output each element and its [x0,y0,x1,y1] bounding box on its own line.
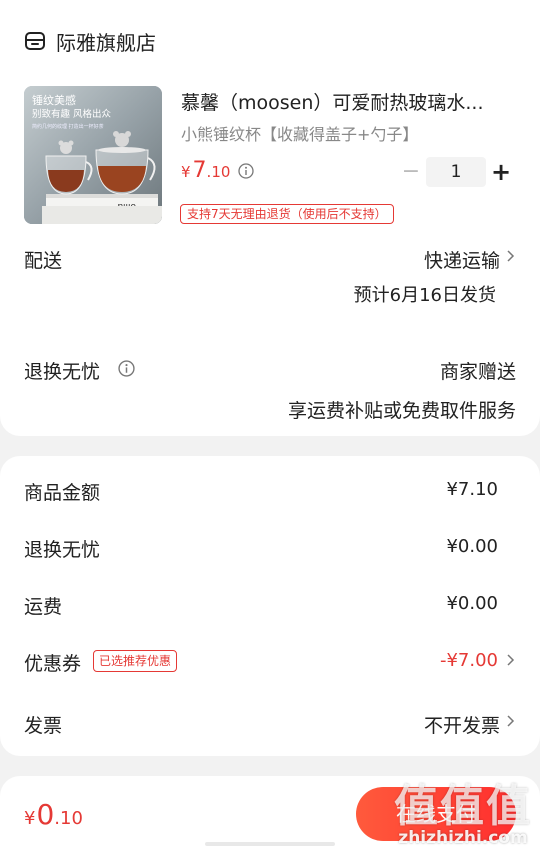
delivery-eta: 预计6月16日发货 [353,285,496,306]
guarantee-label: 退换无忧 [24,361,101,383]
watermark: 值值值 zhizhizhi.com [394,770,532,848]
total-integer: 0 [36,798,55,831]
image-caption-2: 别致有趣 风格出众 [32,108,112,120]
total-price: ¥ 0 .10 [24,798,83,831]
coupon-label[interactable]: 优惠券 [24,649,81,676]
home-indicator [205,842,335,846]
product-image[interactable]: 锤纹美感 别致有趣 风格出众 简约几何的纹理 打造出一杯好茶 ollla [24,86,162,224]
product-price: ¥ 7 .10 [181,158,230,186]
chevron-right-icon[interactable] [506,247,516,269]
coupon-value[interactable]: -¥7.00 [440,650,498,671]
quantity-decrease-button[interactable]: − [400,160,422,184]
goods-amount-value: ¥7.10 [446,479,498,500]
shipping-fee-label: 运费 [24,596,63,618]
product-spec[interactable]: 小熊锤纹杯【收藏得盖子+勺子】 [181,121,418,145]
image-caption-1: 锤纹美感 [32,93,76,107]
price-integer: 7 [192,158,207,183]
quantity-increase-button[interactable]: + [490,159,512,185]
total-decimal: .10 [54,808,83,829]
price-decimal: .10 [206,163,231,181]
shipping-fee-value: ¥0.00 [446,593,498,614]
goods-amount-label: 商品金额 [24,482,101,504]
order-card: 际雅旗舰店 锤纹美感 别致有趣 风格出众 简约几何的纹理 打造出一杯好茶 oll… [0,0,540,436]
shop-name: 际雅旗舰店 [56,30,156,55]
product-title[interactable]: 慕馨（moosen）可爱耐热玻璃水... [181,88,511,115]
guarantee-description: 享运费补贴或免费取件服务 [287,400,516,422]
image-caption-3: 简约几何的纹理 打造出一杯好茶 [32,123,104,130]
return-policy-badge: 支持7天无理由退货（使用后不支持） [180,204,394,224]
return-insurance-value: ¥0.00 [446,536,498,557]
info-icon[interactable] [118,360,135,377]
price-currency: ¥ [181,163,191,181]
invoice-value[interactable]: 不开发票 [424,711,500,738]
store-icon [24,30,46,52]
quantity-input[interactable]: 1 [426,157,486,187]
chevron-right-icon[interactable] [506,651,516,673]
watermark-logo: 值值值 [394,781,532,832]
coupon-badge: 已选推荐优惠 [93,650,178,672]
delivery-method[interactable]: 快递运输 [424,246,500,273]
invoice-label[interactable]: 发票 [24,711,62,738]
total-currency: ¥ [24,808,36,829]
delivery-label: 配送 [24,250,63,272]
guarantee-value: 商家赠送 [439,361,516,383]
watermark-url: zhizhizhi.com [398,828,528,848]
return-insurance-label: 退换无忧 [24,539,101,561]
info-icon[interactable] [238,163,254,179]
chevron-right-icon[interactable] [506,712,516,734]
shop-header[interactable]: 际雅旗舰店 [24,26,156,56]
